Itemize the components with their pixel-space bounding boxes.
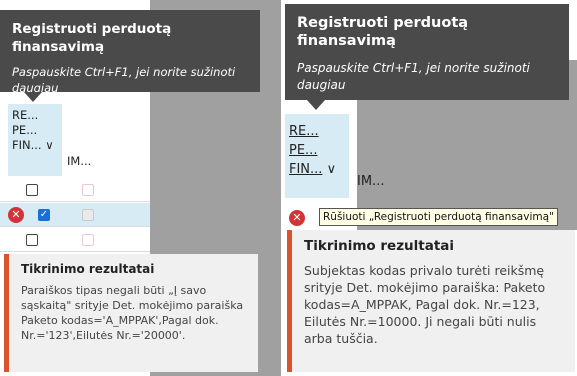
tooltip-title: Registruoti perduotą finansavimą [12,21,172,55]
tooltip-arrow [307,100,325,110]
tooltip-hint: Paspauskite Ctrl+F1, jei norite sužinoti… [297,61,530,92]
error-icon: ✕ [289,210,305,226]
column-header-line: PE... [289,143,318,158]
table-row[interactable] [0,178,150,202]
row-checkbox-im[interactable] [82,234,94,246]
table-row-selected[interactable]: ✕ ✓ [0,203,150,227]
validation-result-panel: Tikrinimo rezultatai Paraiškos tipas neg… [4,254,258,372]
result-title: Tikrinimo rezultatai [21,262,155,276]
result-title: Tikrinimo rezultatai [304,238,455,254]
tooltip-arrow [24,92,42,102]
row-checkbox-im[interactable] [82,209,94,221]
column-tooltip: Registruoti perduotą finansavimą Paspaus… [0,10,260,95]
column-header-line: FIN... [12,138,42,152]
column-header-registruoti[interactable]: RE... PE... FIN... ∨ [8,104,62,176]
error-icon: ✕ [8,207,24,223]
validation-result-panel: Tikrinimo rezultatai Subjektas kodas pri… [287,230,575,372]
chevron-down-icon[interactable]: ∨ [327,162,337,177]
column-header-im[interactable]: IM... [357,174,384,189]
column-header-registruoti[interactable]: RE... PE... FIN... ∨ [285,114,349,198]
column-header-line: RE... [289,124,319,139]
column-header-line: RE... [12,108,39,122]
row-checkbox[interactable]: ✓ [38,209,50,221]
right-screenshot-panel: Registruoti perduotą finansavimą Paspaus… [285,0,577,376]
row-checkbox-im[interactable] [82,184,94,196]
left-screenshot-panel: Registruoti perduotą finansavimą Paspaus… [0,0,281,376]
sort-tooltip: Rūšiuoti „Registruoti perduotą finansavi… [319,208,558,226]
column-header-line: PE... [12,123,38,137]
column-header-line: FIN... [289,162,323,177]
result-text: Paraiškos tipas negali būti „Į savo sąsk… [21,284,244,342]
table-row[interactable] [0,228,150,252]
tooltip-title: Registruoti perduotą finansavimą [297,15,469,49]
row-checkbox[interactable] [26,184,38,196]
tooltip-hint: Paspauskite Ctrl+F1, jei norite sužinoti… [12,65,236,95]
result-text: Subjektas kodas privalo turėti reikšmę s… [304,263,546,346]
chevron-down-icon[interactable]: ∨ [45,138,53,152]
row-checkbox[interactable] [26,234,38,246]
column-header-im[interactable]: IM... [67,154,91,168]
column-tooltip: Registruoti perduotą finansavimą Paspaus… [285,4,569,100]
